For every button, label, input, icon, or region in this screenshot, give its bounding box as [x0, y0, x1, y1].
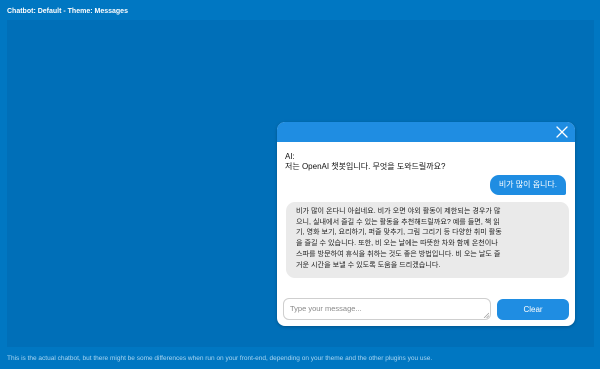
bot-reply-line: 기, 영화 보기, 요리하기, 퍼즐 맞추기, 그림 그리기 등 다양한 취미 … — [296, 228, 502, 237]
bot-reply-line: 을 즐길 수 있습니다. 또한, 비 오는 날에는 따뜻한 차와 함께 온천이나 — [296, 239, 498, 248]
close-icon[interactable] — [555, 125, 569, 139]
ai-greeting: AI: 저는 OpenAI 챗봇입니다. 무엇을 도와드릴까요? — [285, 152, 567, 172]
clear-button[interactable]: Clear — [497, 299, 569, 320]
chat-window: AI: 저는 OpenAI 챗봇입니다. 무엇을 도와드릴까요? 비가 많이 옵… — [277, 122, 575, 326]
chat-header — [277, 122, 575, 142]
bot-reply-line: 으니, 실내에서 즐길 수 있는 활동을 추천해드릴까요? 예를 들면, 책 읽 — [296, 217, 500, 226]
page-title: Chatbot: Default - Theme: Messages — [7, 8, 128, 15]
bot-reply-bubble: 비가 많이 온다니 아쉽네요. 비가 오면 야외 활동이 제한되는 경우가 많 … — [286, 202, 569, 278]
ai-greeting-text: 저는 OpenAI 챗봇입니다. 무엇을 도와드릴까요? — [285, 162, 446, 171]
bot-reply-line: 비가 많이 온다니 아쉽네요. 비가 오면 야외 활동이 제한되는 경우가 많 — [296, 207, 501, 215]
page: Chatbot: Default - Theme: Messages AI: 저… — [0, 0, 600, 369]
user-message-bubble: 비가 많이 옵니다. — [489, 175, 566, 195]
ai-speaker-label: AI: — [285, 152, 295, 161]
resize-grip-icon[interactable] — [483, 312, 489, 318]
message-input[interactable] — [283, 298, 491, 320]
bot-reply-line: 거운 시간을 보낼 수 있도록 도움을 드리겠습니다. — [296, 260, 441, 269]
bot-reply-line: 스파를 방문하여 휴식을 취하는 것도 좋은 방법입니다. 비 오는 날도 즐 — [296, 249, 501, 258]
footer-note: This is the actual chatbot, but there mi… — [7, 355, 433, 362]
